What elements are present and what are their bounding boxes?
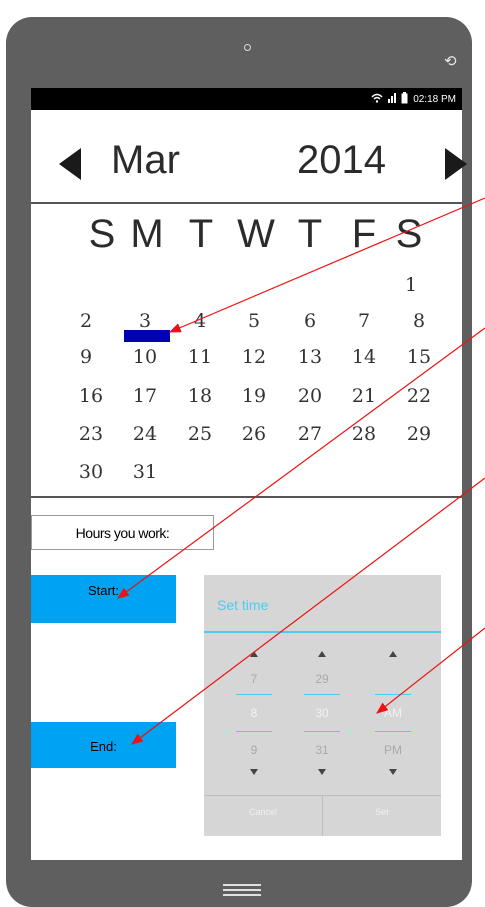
day-cell[interactable]: 16 xyxy=(76,385,106,407)
weekday-label: T xyxy=(297,212,323,256)
home-bar-line xyxy=(223,889,261,891)
cancel-button[interactable]: Cancel xyxy=(204,807,322,817)
day-cell[interactable]: 21 xyxy=(349,385,379,407)
day-cell[interactable]: 1 xyxy=(396,274,426,296)
weekday-label: S xyxy=(395,212,423,256)
time-picker: Set time 7 29 8 30 AM 9 31 PM Cancel Set xyxy=(204,575,441,836)
weekday-label: F xyxy=(351,212,377,256)
selection-line xyxy=(375,694,411,695)
hour-next[interactable]: 9 xyxy=(232,743,276,757)
minute-prev[interactable]: 29 xyxy=(300,672,344,686)
year-label: 2014 xyxy=(297,138,386,182)
home-bar-line xyxy=(223,894,261,896)
wifi-icon xyxy=(371,93,383,106)
day-cell[interactable]: 2 xyxy=(71,310,101,332)
day-cell[interactable]: 18 xyxy=(185,385,215,407)
day-cell[interactable]: 20 xyxy=(295,385,325,407)
day-cell[interactable]: 8 xyxy=(404,310,434,332)
day-cell[interactable]: 15 xyxy=(404,346,434,368)
minute-next[interactable]: 31 xyxy=(300,743,344,757)
day-cell[interactable]: 4 xyxy=(185,310,215,332)
next-month-icon[interactable] xyxy=(445,148,467,180)
picker-title: Set time xyxy=(217,597,269,613)
day-cell[interactable]: 27 xyxy=(295,423,325,445)
day-cell[interactable]: 26 xyxy=(239,423,269,445)
hour-current[interactable]: 8 xyxy=(232,706,276,720)
day-cell[interactable]: 11 xyxy=(185,346,215,368)
selection-line xyxy=(236,694,272,695)
hours-label: Hours you work: xyxy=(31,515,214,550)
day-cell[interactable]: 9 xyxy=(71,346,101,368)
ampm-up-icon[interactable] xyxy=(389,651,397,657)
prev-month-icon[interactable] xyxy=(59,148,81,180)
rotate-icon[interactable]: ⟲ xyxy=(444,52,457,70)
day-cell[interactable]: 25 xyxy=(185,423,215,445)
hour-down-icon[interactable] xyxy=(250,769,258,775)
day-cell[interactable]: 30 xyxy=(76,461,106,483)
selection-line xyxy=(375,731,411,732)
signal-icon xyxy=(388,93,397,106)
day-cell[interactable]: 10 xyxy=(130,346,160,368)
ampm-next[interactable]: PM xyxy=(371,743,415,757)
ampm-current[interactable]: AM xyxy=(371,706,415,720)
hour-up-icon[interactable] xyxy=(250,651,258,657)
day-cell[interactable]: 7 xyxy=(349,310,379,332)
day-cell[interactable]: 5 xyxy=(239,310,269,332)
day-cell[interactable]: 12 xyxy=(239,346,269,368)
battery-icon xyxy=(401,92,408,107)
picker-divider xyxy=(204,631,441,633)
start-button[interactable]: Start: xyxy=(31,575,176,623)
day-cell[interactable]: 6 xyxy=(295,310,325,332)
day-cell[interactable]: 22 xyxy=(404,385,434,407)
minute-current[interactable]: 30 xyxy=(300,706,344,720)
weekday-label: W xyxy=(237,212,275,256)
weekday-label: M xyxy=(130,212,164,256)
day-cell[interactable]: 29 xyxy=(404,423,434,445)
weekday-label: T xyxy=(188,212,214,256)
day-cell[interactable]: 23 xyxy=(76,423,106,445)
day-cell[interactable]: 13 xyxy=(295,346,325,368)
selection-line xyxy=(236,731,272,732)
set-button[interactable]: Set xyxy=(323,807,441,817)
month-label: Mar xyxy=(111,138,180,182)
month-header: Mar 2014 xyxy=(31,110,467,204)
today-marker xyxy=(124,330,170,342)
day-cell[interactable]: 14 xyxy=(349,346,379,368)
selection-line xyxy=(304,731,340,732)
day-cell[interactable]: 31 xyxy=(130,461,160,483)
end-button[interactable]: End: xyxy=(31,722,176,768)
day-cell[interactable]: 19 xyxy=(239,385,269,407)
status-bar: 02:18 PM xyxy=(31,88,462,110)
weekday-label: S xyxy=(88,212,116,256)
minute-up-icon[interactable] xyxy=(318,651,326,657)
ampm-down-icon[interactable] xyxy=(389,769,397,775)
hour-prev[interactable]: 7 xyxy=(232,672,276,686)
day-cell[interactable]: 3 xyxy=(130,310,160,332)
day-cell[interactable]: 28 xyxy=(349,423,379,445)
minute-down-icon[interactable] xyxy=(318,769,326,775)
day-cell[interactable]: 24 xyxy=(130,423,160,445)
day-cell[interactable]: 17 xyxy=(130,385,160,407)
home-bar-line xyxy=(223,884,261,886)
selection-line xyxy=(304,694,340,695)
clock-time: 02:18 PM xyxy=(413,94,456,105)
camera-icon xyxy=(244,44,251,51)
